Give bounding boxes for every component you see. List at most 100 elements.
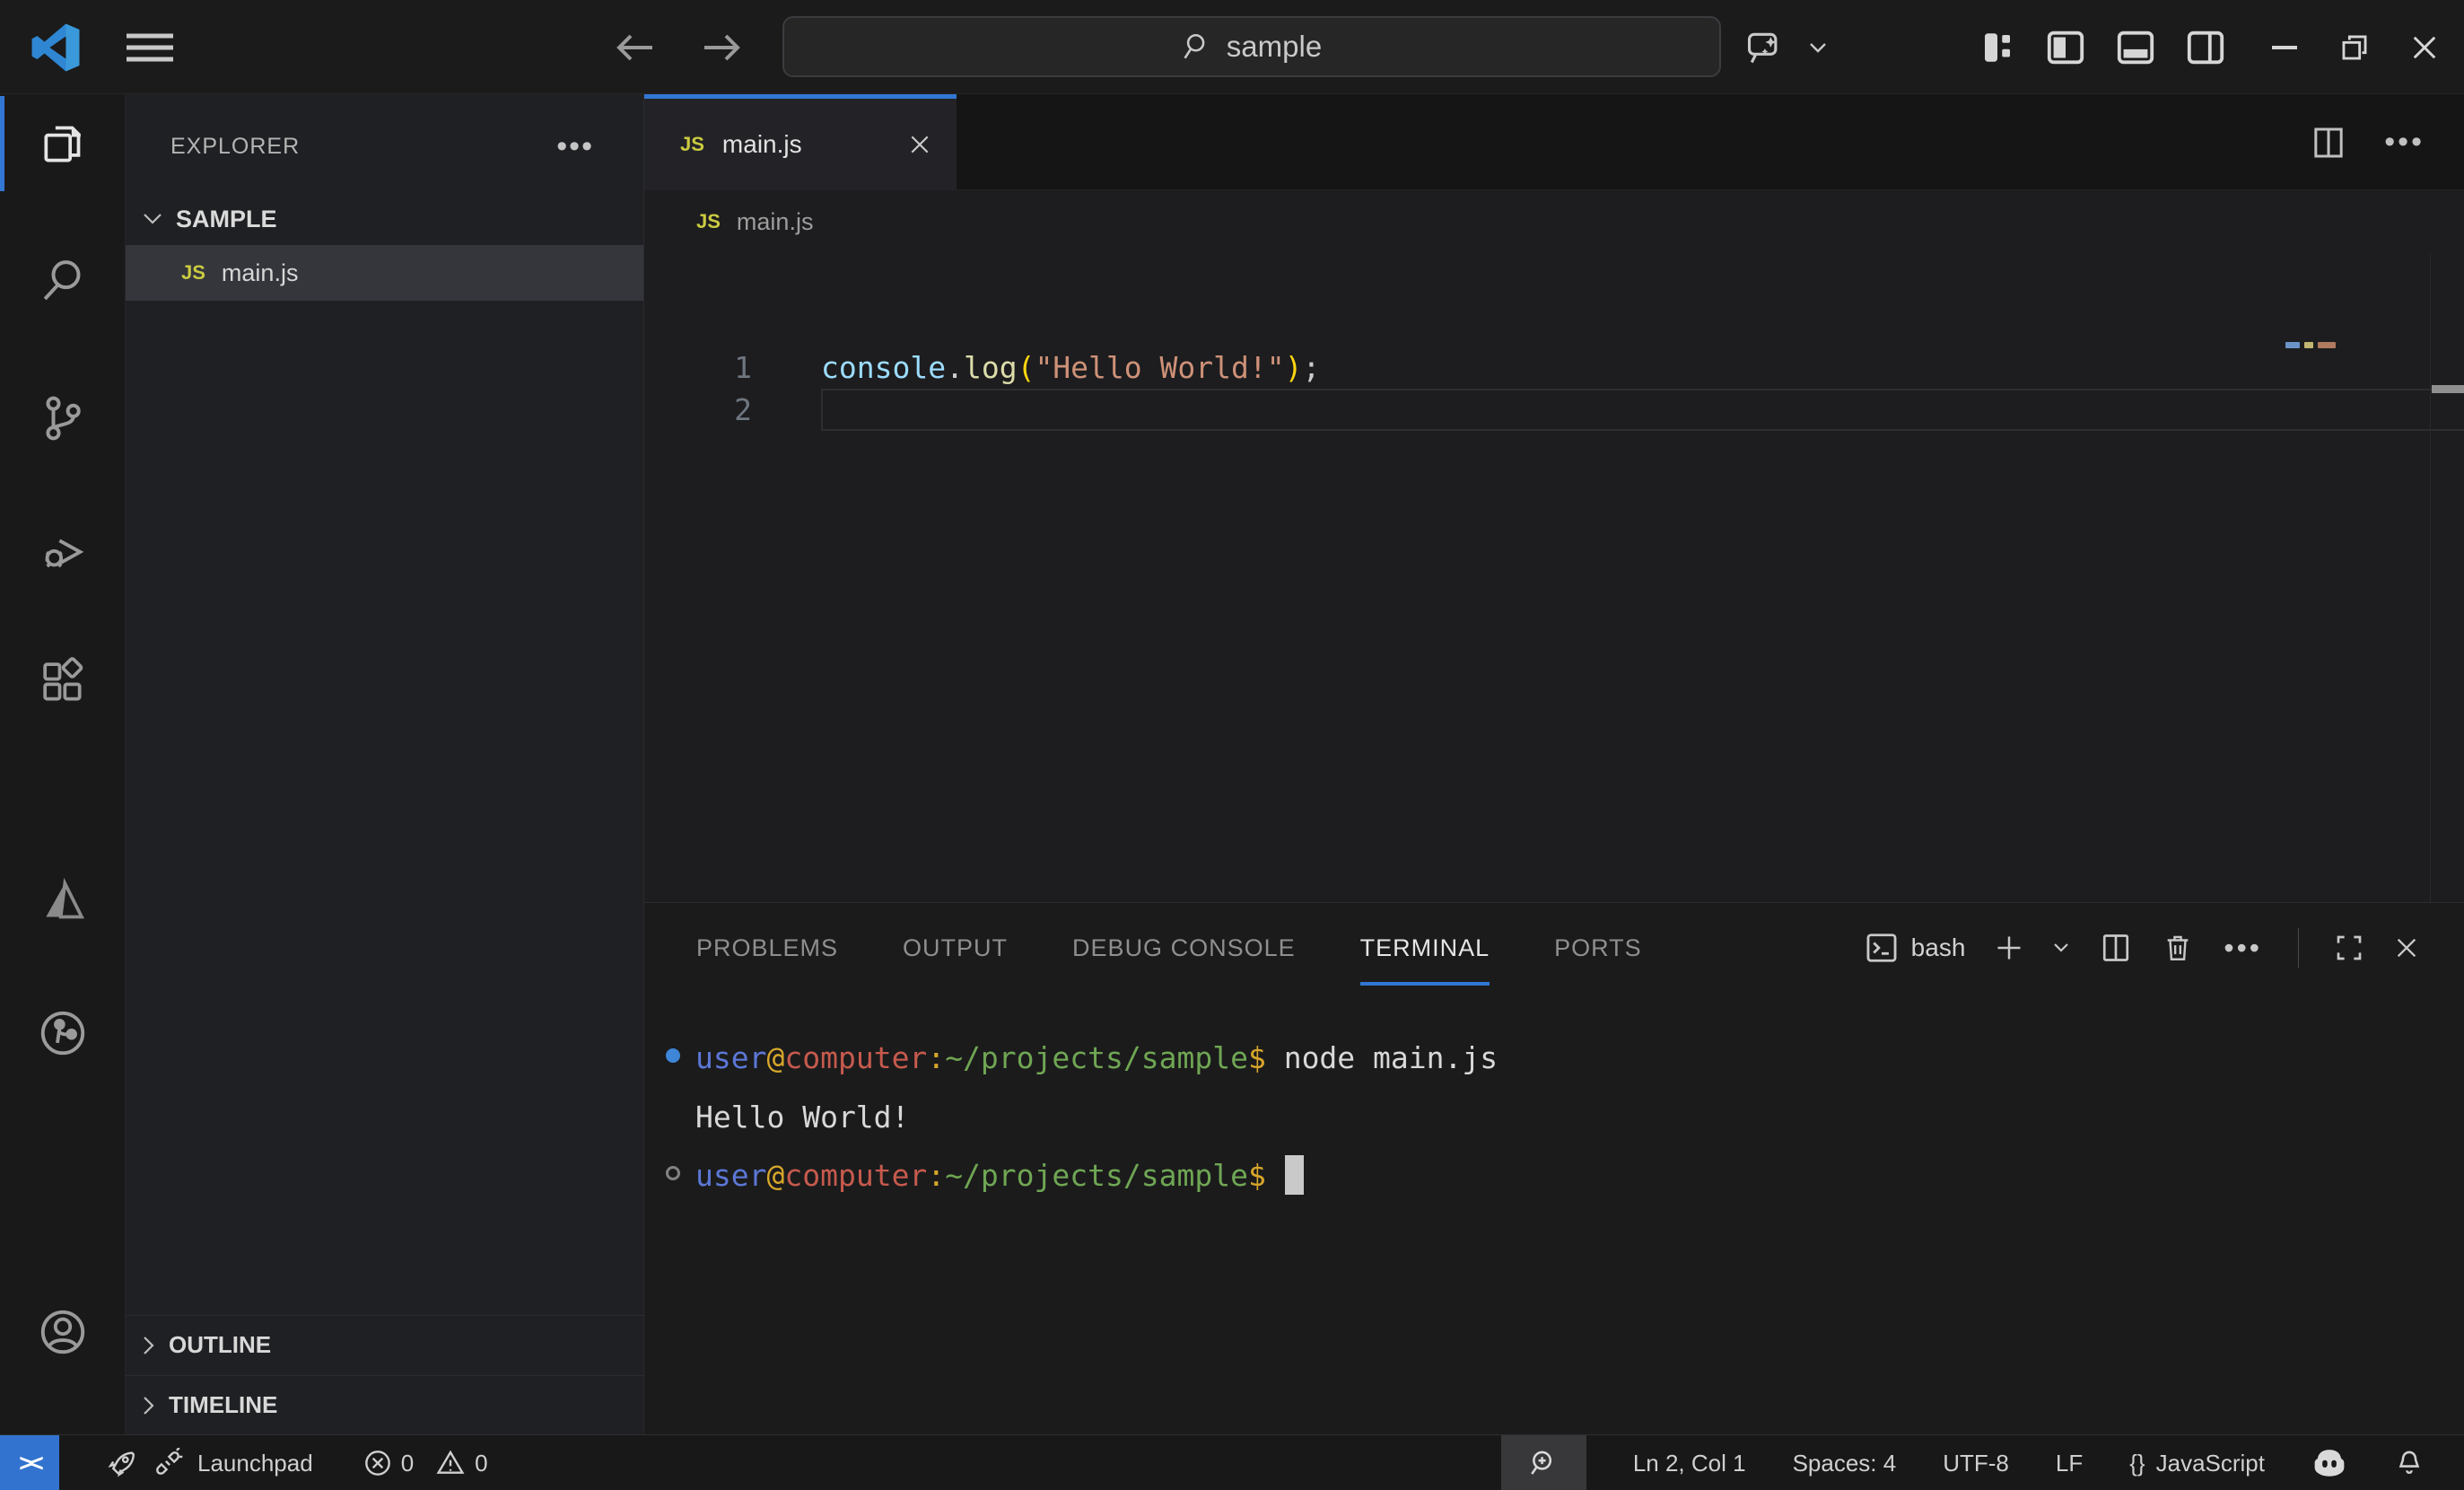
editor-actions: •••	[2311, 94, 2425, 190]
notifications-bell-icon[interactable]	[2394, 1447, 2425, 1479]
breadcrumb-file: main.js	[737, 208, 814, 236]
explorer-view-icon[interactable]	[0, 94, 126, 193]
accounts-icon[interactable]	[0, 1283, 126, 1381]
indentation[interactable]: Spaces: 4	[1793, 1450, 1897, 1477]
terminal-icon	[1865, 931, 1899, 965]
more-actions-icon[interactable]: •••	[2384, 125, 2425, 160]
terminal-output: Hello World!	[695, 1100, 909, 1135]
toggle-panel-icon[interactable]	[2107, 0, 2164, 94]
maximize-panel-icon[interactable]	[2335, 933, 2364, 962]
code-editor[interactable]: 1console.log("Hello World!"); 2	[644, 253, 2464, 996]
toolbar-separator	[2298, 928, 2299, 968]
status-right: Ln 2, Col 1 Spaces: 4 UTF-8 LF {}JavaScr…	[1501, 1435, 2425, 1490]
timeline-section-header[interactable]: TIMELINE	[126, 1375, 643, 1434]
minimap-token	[2304, 342, 2313, 348]
prompt-at: @	[766, 1040, 784, 1075]
timeline-label: TIMELINE	[169, 1391, 277, 1419]
workspace-folder-label: SAMPLE	[176, 206, 277, 233]
circled-branch-extension-icon[interactable]	[0, 984, 126, 1082]
zoom-status-item[interactable]	[1501, 1435, 1586, 1490]
eol-sequence[interactable]: LF	[2056, 1450, 2083, 1477]
menu-icon[interactable]	[118, 0, 181, 94]
code-token-dot: .	[946, 350, 964, 385]
errors-icon	[363, 1449, 392, 1477]
launchpad-label[interactable]: Launchpad	[197, 1450, 313, 1477]
prompt-host: computer	[784, 1158, 927, 1193]
back-arrow-icon[interactable]	[607, 0, 664, 94]
command-center-search[interactable]: sample	[782, 16, 1721, 77]
close-panel-icon[interactable]	[2394, 935, 2419, 960]
code-token-string: "Hello World!"	[1035, 350, 1284, 385]
tab-strip: JS main.js •••	[644, 94, 2464, 190]
forward-arrow-icon[interactable]	[693, 0, 750, 94]
tab-label: main.js	[722, 130, 802, 159]
bottom-panel: PROBLEMS OUTPUT DEBUG CONSOLE TERMINAL P…	[644, 902, 2464, 1434]
toggle-secondary-sidebar-icon[interactable]	[2177, 0, 2234, 94]
prism-extension-icon[interactable]	[0, 852, 126, 951]
braces-icon: {}	[2129, 1450, 2145, 1477]
active-tab-underline	[1360, 982, 1490, 986]
prompt-at: @	[766, 1158, 784, 1193]
code-line-1: 1console.log("Hello World!");	[644, 346, 2464, 389]
terminal-line-2: Hello World!	[695, 1095, 909, 1138]
copilot-chevron-down-icon[interactable]	[1798, 0, 1838, 94]
terminal-toolbar: bash •••	[1865, 903, 2419, 993]
javascript-file-icon: JS	[696, 210, 721, 233]
restore-window-icon[interactable]	[2329, 0, 2380, 94]
tab-output[interactable]: OUTPUT	[903, 903, 1008, 993]
remote-indicator[interactable]: ><	[0, 1435, 59, 1490]
editor-scrollbar-thumb[interactable]	[2432, 385, 2464, 393]
breadcrumb[interactable]: JS main.js	[644, 190, 2464, 253]
minimize-icon[interactable]	[2259, 0, 2310, 94]
tab-terminal[interactable]: TERMINAL	[1360, 903, 1490, 993]
problems-status[interactable]: 0 0	[363, 1449, 488, 1477]
new-terminal-icon[interactable]	[1996, 934, 2023, 961]
language-mode[interactable]: {}JavaScript	[2129, 1450, 2265, 1477]
explorer-header: EXPLORER •••	[126, 119, 643, 173]
customize-layout-icon[interactable]	[1970, 0, 2024, 94]
prompt-dollar: $	[1248, 1158, 1266, 1193]
panel-tabs: PROBLEMS OUTPUT DEBUG CONSOLE TERMINAL P…	[696, 903, 1642, 993]
run-debug-view-icon[interactable]	[0, 500, 126, 599]
tab-mainjs[interactable]: JS main.js	[644, 94, 957, 190]
close-window-icon[interactable]	[2398, 0, 2451, 94]
extensions-view-icon[interactable]	[0, 633, 126, 732]
encoding[interactable]: UTF-8	[1943, 1450, 2009, 1477]
split-terminal-icon[interactable]	[2100, 931, 2132, 965]
minimap-token	[2285, 342, 2300, 348]
tab-ports[interactable]: PORTS	[1554, 903, 1642, 993]
tab-debug-console[interactable]: DEBUG CONSOLE	[1072, 903, 1296, 993]
tab-close-icon[interactable]	[908, 133, 931, 156]
errors-count: 0	[401, 1450, 414, 1477]
active-view-indicator	[0, 96, 4, 191]
explorer-title: EXPLORER	[170, 134, 300, 160]
minimap[interactable]	[2285, 342, 2336, 348]
terminal-dropdown-chevron-icon[interactable]	[2053, 942, 2069, 953]
chevron-right-icon	[142, 1335, 156, 1356]
prompt-colon: :	[927, 1040, 945, 1075]
tab-problems[interactable]: PROBLEMS	[696, 903, 838, 993]
split-editor-icon[interactable]	[2311, 124, 2346, 162]
chevron-right-icon	[142, 1395, 156, 1416]
kill-terminal-trash-icon[interactable]	[2163, 931, 2193, 965]
copilot-chat-icon[interactable]	[1730, 0, 1798, 94]
outline-section-header[interactable]: OUTLINE	[126, 1315, 643, 1374]
explorer-more-actions-icon[interactable]: •••	[556, 137, 594, 155]
source-control-view-icon[interactable]	[0, 369, 126, 468]
prompt-user: user	[695, 1040, 766, 1075]
code-token-close-paren: )	[1285, 350, 1303, 385]
terminal-content[interactable]: user@computer:~/projects/sample$ node ma…	[644, 993, 2464, 1435]
search-view-icon[interactable]	[0, 231, 126, 329]
toggle-primary-sidebar-icon[interactable]	[2037, 0, 2094, 94]
workspace-folder-row[interactable]: SAMPLE	[126, 193, 643, 245]
prompt-user: user	[695, 1158, 766, 1193]
file-row-mainjs[interactable]: JS main.js	[126, 245, 643, 301]
line-number: 2	[644, 392, 752, 427]
copilot-status-icon[interactable]	[2311, 1447, 2347, 1479]
cursor-position[interactable]: Ln 2, Col 1	[1633, 1450, 1746, 1477]
terminal-command: node main.js	[1266, 1040, 1498, 1075]
terminal-more-actions-icon[interactable]: •••	[2224, 932, 2262, 965]
terminal-shell-selector[interactable]: bash	[1865, 931, 1966, 965]
editor-group: JS main.js ••• JS main.js 1console.log("…	[644, 94, 2464, 1434]
editor-scrollbar-track	[2430, 253, 2431, 996]
